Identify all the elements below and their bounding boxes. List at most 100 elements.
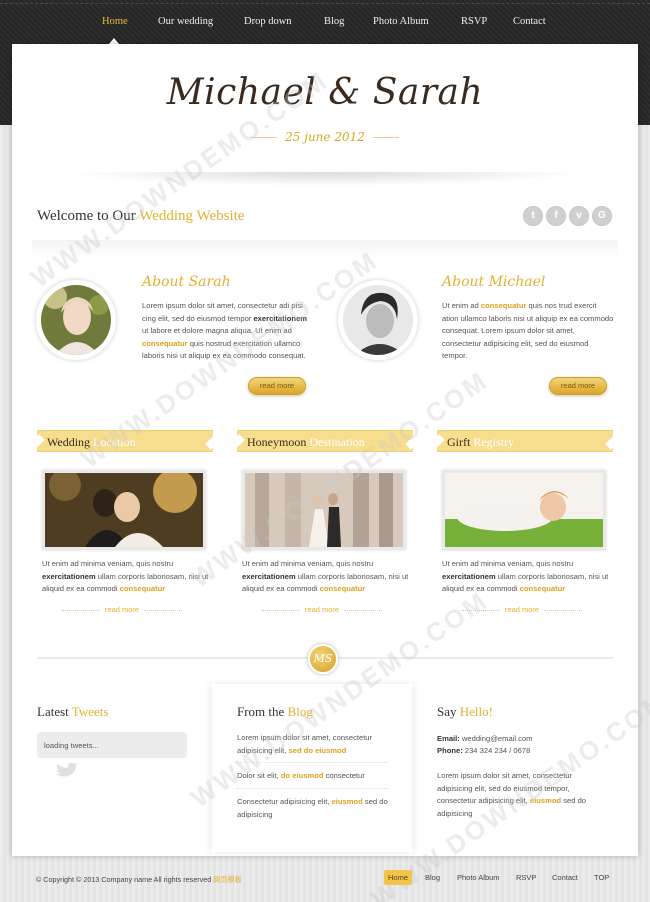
blog-title-light: Blog <box>287 704 313 719</box>
nav-blog[interactable]: Blog <box>324 16 344 27</box>
vimeo-icon[interactable]: v <box>569 206 589 226</box>
contact-title-dark: Say <box>437 704 460 719</box>
about-michael-text: Ut enim ad consequatur quis nos trud exe… <box>442 300 614 363</box>
tweets-title-light: Tweets <box>71 704 109 719</box>
about-michael-text-a: Ut enim ad <box>442 301 481 310</box>
about-michael-highlight: consequatur <box>480 301 527 310</box>
footer-nav-contact[interactable]: Contact <box>548 870 582 885</box>
contact-email: Email: wedding@email.com <box>437 734 533 743</box>
google-icon[interactable]: G <box>592 206 612 226</box>
say-hello-title: Say Hello! <box>437 704 493 720</box>
blog-item-text: Dolor sit elit, <box>237 771 281 780</box>
footer-nav-photo-album[interactable]: Photo Album <box>453 870 504 885</box>
email-label: Email: <box>437 734 460 743</box>
michael-photo-frame <box>338 280 418 360</box>
main-nav: Home Our wedding Drop down Blog Photo Al… <box>0 10 650 44</box>
nav-home[interactable]: Home <box>102 16 128 27</box>
honeymoon-destination-more: read more <box>237 605 407 614</box>
honeymoon-destination-title-light: Destination <box>306 435 365 449</box>
gift-registry-title-light: Registry <box>470 435 514 449</box>
gift-registry-ribbon: Girft Registry <box>437 430 613 452</box>
gift-registry-more: read more <box>437 605 607 614</box>
wedding-date-row: 25 june 2012 <box>12 130 638 144</box>
blog-item-text-end: consectetur <box>323 771 365 780</box>
header-shadow <box>62 172 588 186</box>
more-dash-left <box>261 609 300 611</box>
wedding-location-text: Ut enim ad minima veniam, quis nostru ex… <box>42 558 212 596</box>
footer-nav-blog[interactable]: Blog <box>421 870 444 885</box>
blog-item-highlight: eiusmod <box>331 797 363 806</box>
twitter-icon[interactable]: t <box>523 206 543 226</box>
sarah-photo <box>41 285 111 355</box>
twitter-bird-icon <box>54 762 78 777</box>
michael-photo <box>343 285 413 355</box>
wedding-location-highlight: consequatur <box>119 584 166 594</box>
main-page: Michael & Sarah 25 june 2012 Welcome to … <box>12 44 650 902</box>
nav-rsvp[interactable]: RSVP <box>461 16 487 27</box>
blog-separator <box>237 762 387 763</box>
nav-contact[interactable]: Contact <box>513 16 546 27</box>
welcome-divider <box>32 240 618 260</box>
copyright-link[interactable]: 网页模板 <box>213 875 242 884</box>
monogram-badge: MS <box>308 644 338 674</box>
honeymoon-destination-text-a: Ut enim ad minima veniam, quis nostru <box>242 559 374 568</box>
email-value[interactable]: wedding@email.com <box>460 734 533 743</box>
more-dash-right <box>344 609 383 611</box>
blog-item[interactable]: Lorem ipsum dolor sit amet, consectetur … <box>237 732 392 757</box>
about-sarah-text-b: ut labore et dolore magna aliqua. Ut eni… <box>142 326 292 336</box>
honeymoon-destination-photo[interactable] <box>242 470 406 550</box>
wedding-location-bold: exercitationem <box>42 571 96 581</box>
wedding-date: 25 june 2012 <box>285 130 365 144</box>
date-line-left <box>250 136 277 138</box>
more-dash-right <box>544 609 583 611</box>
about-sarah-highlight: consequatur <box>142 338 188 348</box>
footer-nav-top[interactable]: TOP <box>590 870 613 885</box>
more-dash-right <box>144 609 183 611</box>
honeymoon-destination-text: Ut enim ad minima veniam, quis nostru ex… <box>242 558 412 596</box>
blog-separator <box>237 788 387 789</box>
gift-registry-title: Girft Registry <box>447 435 514 450</box>
tweets-title-dark: Latest <box>37 704 72 719</box>
honeymoon-destination-read-more-link[interactable]: read more <box>305 605 339 614</box>
sarah-photo-frame <box>36 280 116 360</box>
honeymoon-destination-bold: exercitationem <box>242 571 296 581</box>
blog-item[interactable]: Consectetur adipisicing elit, eiusmod se… <box>237 796 392 821</box>
wedding-location-read-more-link[interactable]: read more <box>105 605 139 614</box>
wedding-location-photo[interactable] <box>42 470 206 550</box>
blog-title-dark: From the <box>237 704 288 719</box>
wedding-location-title-light: Location <box>90 435 136 449</box>
honeymoon-destination-title-dark: Honeymoon <box>247 435 307 449</box>
gift-registry-photo[interactable] <box>442 470 606 550</box>
gift-registry-highlight: consequatur <box>519 584 566 594</box>
gift-registry-title-dark: Girft <box>447 435 471 449</box>
copyright-text: © Copyright © 2013 Company name All righ… <box>36 875 214 884</box>
gift-registry-read-more-link[interactable]: read more <box>505 605 539 614</box>
couple-title: Michael & Sarah <box>166 72 484 113</box>
wedding-location-more: read more <box>37 605 207 614</box>
honeymoon-destination-title: Honeymoon Destination <box>247 435 365 450</box>
facebook-icon[interactable]: f <box>546 206 566 226</box>
honeymoon-destination-ribbon: Honeymoon Destination <box>237 430 413 452</box>
blog-item[interactable]: Dolor sit elit, do eiusmod consectetur <box>237 770 392 783</box>
welcome-prefix: Welcome to Our <box>37 208 140 224</box>
blog-item-text: Consectetur adipisicing elit, <box>237 797 332 806</box>
contact-phone: Phone: 234 324 234 / 0678 <box>437 746 530 755</box>
footer-nav-rsvp[interactable]: RSVP <box>512 870 540 885</box>
about-sarah-text: Lorem ipsum dolor sit amet, consectetur … <box>142 300 314 363</box>
more-dash-left <box>461 609 500 611</box>
about-michael-read-more-button[interactable]: read more <box>549 377 607 395</box>
more-dash-left <box>61 609 100 611</box>
honeymoon-destination-highlight: consequatur <box>319 584 366 594</box>
welcome-heading: Welcome to Our Wedding Website <box>37 208 244 225</box>
nav-our-wedding[interactable]: Our wedding <box>158 16 213 27</box>
wedding-location-title: Wedding Location <box>47 435 136 450</box>
about-sarah-read-more-button[interactable]: read more <box>248 377 306 395</box>
nav-drop-down[interactable]: Drop down <box>244 16 292 27</box>
phone-label: Phone: <box>437 746 463 755</box>
from-the-blog-title: From the Blog <box>237 704 313 720</box>
tweets-loading-text: loading tweets... <box>44 741 99 750</box>
nav-photo-album[interactable]: Photo Album <box>373 16 429 27</box>
date-line-right <box>373 136 400 138</box>
about-sarah-title: About Sarah <box>142 274 231 290</box>
footer-nav-home[interactable]: Home <box>384 870 413 885</box>
